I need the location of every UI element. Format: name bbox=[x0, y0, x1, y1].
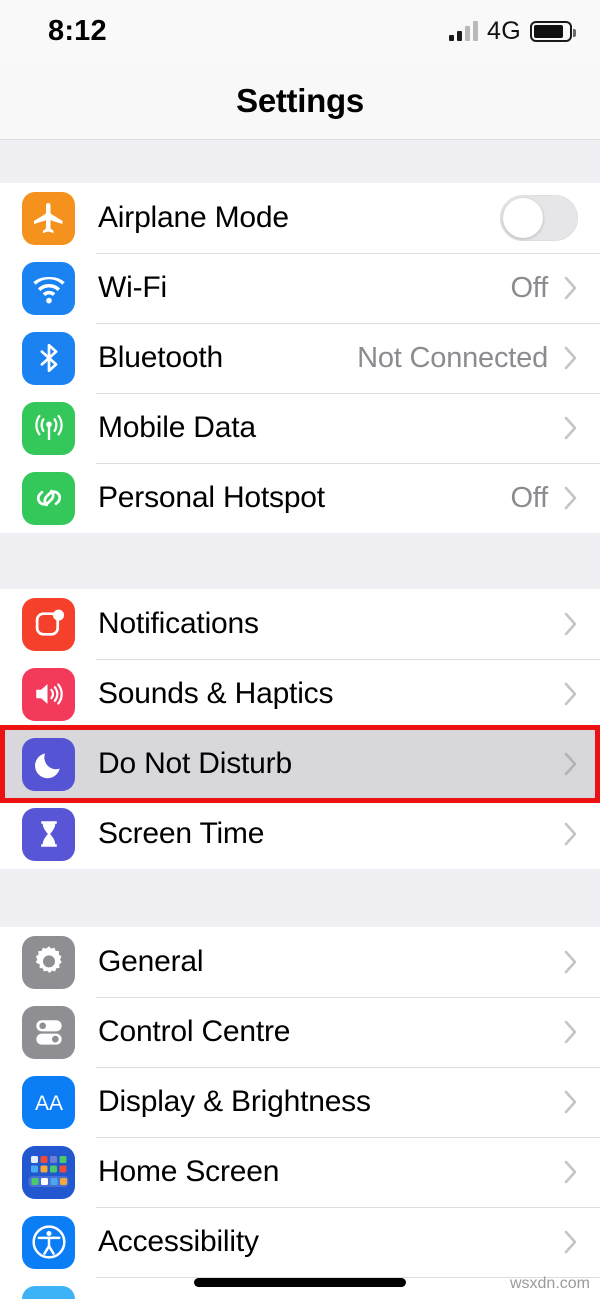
settings-row-value: Off bbox=[510, 271, 548, 304]
section-gap-1 bbox=[0, 533, 600, 589]
hourglass-icon bbox=[22, 807, 75, 861]
status-bar-time: 8:12 bbox=[48, 14, 107, 47]
settings-row-label: Screen Time bbox=[98, 817, 265, 850]
settings-row-accessibility[interactable]: Accessibility bbox=[0, 1207, 600, 1277]
bluetooth-icon bbox=[22, 331, 75, 385]
mobile-data-icon bbox=[22, 401, 75, 455]
settings-row-sounds-haptics[interactable]: Sounds & Haptics bbox=[0, 659, 600, 729]
settings-row-display-brightness[interactable]: AA Display & Brightness bbox=[0, 1067, 600, 1137]
settings-group-system: General Control Centre AA Display & Brig… bbox=[0, 927, 600, 1299]
personal-hotspot-icon bbox=[22, 471, 75, 525]
svg-text:AA: AA bbox=[34, 1092, 62, 1115]
settings-row-label: Wi-Fi bbox=[98, 271, 167, 304]
chevron-right-icon bbox=[564, 612, 578, 636]
airplane-mode-toggle[interactable] bbox=[500, 195, 578, 241]
settings-row-value: Off bbox=[510, 481, 548, 514]
home-indicator bbox=[194, 1278, 406, 1287]
chevron-right-icon bbox=[564, 486, 578, 510]
settings-row-notifications[interactable]: Notifications bbox=[0, 589, 600, 659]
chevron-right-icon bbox=[564, 1160, 578, 1184]
notifications-icon bbox=[22, 597, 75, 651]
settings-row-label: Do Not Disturb bbox=[98, 747, 292, 780]
airplane-icon bbox=[22, 191, 75, 245]
settings-row-label: Wallpaper bbox=[98, 1295, 230, 1299]
settings-row-label: Home Screen bbox=[98, 1155, 280, 1188]
display-brightness-icon: AA bbox=[22, 1075, 75, 1129]
accessibility-icon bbox=[22, 1215, 75, 1269]
settings-row-label: Accessibility bbox=[98, 1225, 259, 1258]
gear-icon bbox=[22, 935, 75, 989]
settings-row-bluetooth[interactable]: Bluetooth Not Connected bbox=[0, 323, 600, 393]
status-bar-right-cluster: 4G bbox=[449, 16, 576, 46]
status-bar: 8:12 4G bbox=[0, 0, 600, 62]
chevron-right-icon bbox=[564, 950, 578, 974]
settings-row-label: Airplane Mode bbox=[98, 201, 289, 234]
moon-icon bbox=[22, 737, 75, 791]
settings-row-label: Control Centre bbox=[98, 1015, 291, 1048]
settings-row-general[interactable]: General bbox=[0, 927, 600, 997]
settings-row-label: Personal Hotspot bbox=[98, 481, 325, 514]
settings-row-wifi[interactable]: Wi-Fi Off bbox=[0, 253, 600, 323]
section-gap-2 bbox=[0, 869, 600, 927]
sounds-icon bbox=[22, 667, 75, 721]
settings-row-label: Bluetooth bbox=[98, 341, 223, 374]
navigation-bar: Settings bbox=[0, 62, 600, 140]
settings-group-connectivity: Airplane Mode Wi-Fi Off Bluetooth Not Co… bbox=[0, 183, 600, 533]
chevron-right-icon bbox=[564, 276, 578, 300]
chevron-right-icon bbox=[564, 822, 578, 846]
chevron-right-icon bbox=[564, 346, 578, 370]
settings-row-screen-time[interactable]: Screen Time bbox=[0, 799, 600, 869]
page-title: Settings bbox=[236, 81, 364, 119]
settings-list: Airplane Mode Wi-Fi Off Bluetooth Not Co… bbox=[0, 140, 600, 1299]
settings-row-mobile-data[interactable]: Mobile Data bbox=[0, 393, 600, 463]
chevron-right-icon bbox=[564, 1230, 578, 1254]
settings-row-airplane-mode[interactable]: Airplane Mode bbox=[0, 183, 600, 253]
iphone-settings-screen: 8:12 4G Settings Airplane Mode Wi-Fi Off… bbox=[0, 0, 600, 1299]
settings-row-label: Mobile Data bbox=[98, 411, 256, 444]
settings-row-label: Display & Brightness bbox=[98, 1085, 371, 1118]
settings-row-control-centre[interactable]: Control Centre bbox=[0, 997, 600, 1067]
settings-group-alerts: Notifications Sounds & Haptics Do Not Di… bbox=[0, 589, 600, 869]
watermark: wsxdn.com bbox=[509, 1275, 590, 1292]
settings-row-label: Sounds & Haptics bbox=[98, 677, 334, 710]
chevron-right-icon bbox=[564, 752, 578, 776]
settings-row-personal-hotspot[interactable]: Personal Hotspot Off bbox=[0, 463, 600, 533]
control-centre-icon bbox=[22, 1005, 75, 1059]
cellular-signal-icon bbox=[449, 21, 479, 41]
chevron-right-icon bbox=[564, 416, 578, 440]
settings-row-home-screen[interactable]: Home Screen bbox=[0, 1137, 600, 1207]
wallpaper-icon bbox=[22, 1285, 75, 1299]
wifi-icon bbox=[22, 261, 75, 315]
chevron-right-icon bbox=[564, 1020, 578, 1044]
battery-icon bbox=[530, 20, 576, 42]
home-screen-icon bbox=[22, 1145, 75, 1199]
settings-row-label: General bbox=[98, 945, 204, 978]
settings-row-do-not-disturb[interactable]: Do Not Disturb bbox=[0, 729, 600, 799]
settings-row-value: Not Connected bbox=[357, 341, 548, 374]
chevron-right-icon bbox=[564, 1090, 578, 1114]
section-gap-top bbox=[0, 140, 600, 183]
carrier-label: 4G bbox=[487, 16, 521, 45]
chevron-right-icon bbox=[564, 682, 578, 706]
settings-row-label: Notifications bbox=[98, 607, 259, 640]
